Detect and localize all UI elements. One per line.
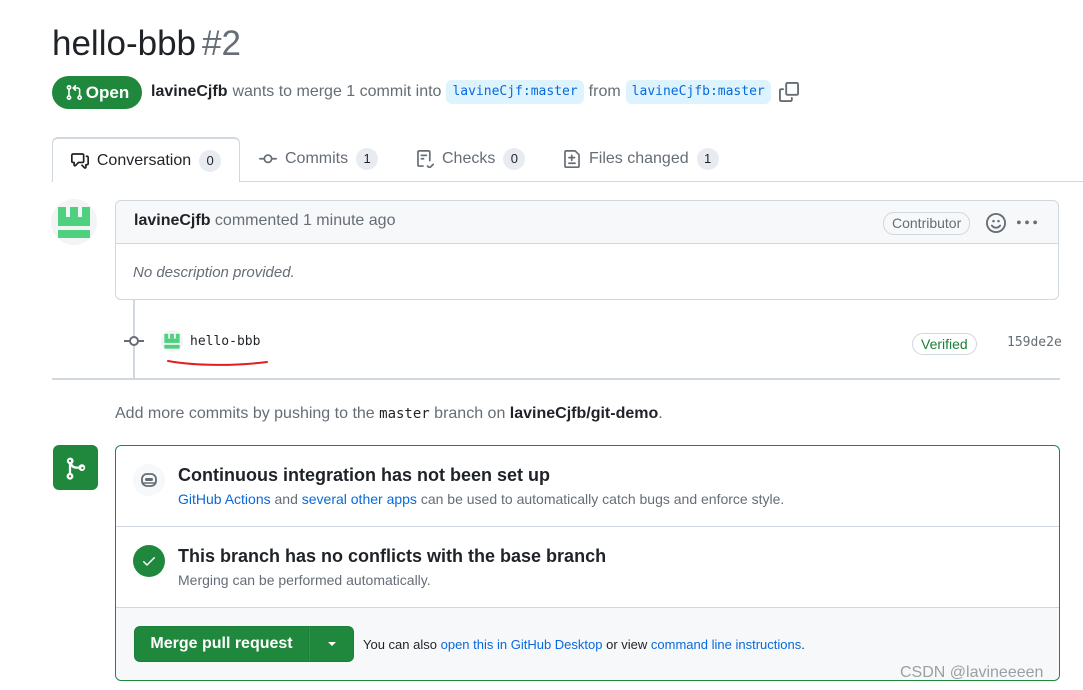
ci-text: GitHub Actions and several other apps ca… [178,491,784,507]
comment-discussion-icon [70,152,89,169]
commit-author-avatar[interactable] [161,330,183,352]
other-apps-link[interactable]: several other apps [302,491,417,507]
git-merge-icon [66,457,85,480]
tab-checks-count: 0 [503,148,526,170]
ci-and: and [274,491,298,507]
footer-also: You can also [363,637,437,652]
git-commit-icon [124,336,144,346]
pr-title: hello-bbb [52,24,196,63]
watermark: CSDN @lavineeeen [900,664,1044,681]
merge-method-dropdown[interactable] [309,626,354,662]
commit-message-link[interactable]: hello-bbb [190,334,260,349]
base-branch[interactable]: lavineCjf:master [446,80,584,104]
identicon-avatar-icon [51,199,97,245]
ci-robot-icon [133,464,165,496]
comment-body: No description provided. [133,264,295,281]
github-desktop-link[interactable]: open this in GitHub Desktop [441,637,603,652]
pr-meta-text: wants to merge 1 commit into [232,83,442,100]
tab-conversation-count: 0 [199,149,222,172]
tab-commits-label: Commits [285,150,349,167]
check-icon [143,557,155,566]
page-title: hello-bbb #2 [52,22,241,66]
merge-status-icon [53,445,98,490]
push-hint: Add more commits by pushing to the maste… [115,405,663,423]
comment-author[interactable]: lavineCjfb [134,212,210,229]
pr-number: #2 [202,24,241,63]
pr-author-link[interactable]: lavineCjfb [151,80,227,104]
no-conflicts-icon [133,545,165,577]
git-commit-icon [259,154,277,164]
timeline-separator [52,378,1060,380]
file-diff-icon [564,150,580,168]
avatar[interactable] [51,199,97,245]
tab-conversation[interactable]: Conversation 0 [52,137,240,182]
tab-checks[interactable]: Checks 0 [416,137,526,181]
hint-suffix: . [658,405,663,422]
from-text: from [588,83,621,100]
merge-footer-text: You can also open this in GitHub Desktop… [363,637,805,652]
hint-middle: branch on [434,405,506,422]
checklist-icon [417,150,434,168]
tab-files-changed-label: Files changed [589,150,689,167]
red-underline-annotation [167,360,268,366]
footer-or: or view [606,637,648,652]
no-conflicts-title: This branch has no conflicts with the ba… [178,546,607,566]
contributor-badge: Contributor [883,212,971,235]
status-badge: Open [52,76,142,109]
triangle-down-icon [327,642,336,646]
commit-sha-link[interactable]: 159de2e [1007,335,1062,350]
copy-icon[interactable] [778,82,799,102]
merge-box-divider [116,526,1059,527]
hint-branch: master [379,406,430,422]
hint-repo: lavineCjfb/git-demo [509,405,659,422]
footer-end: . [801,637,805,652]
head-branch[interactable]: lavineCjfb:master [625,80,771,104]
status-label: Open [85,82,130,102]
github-actions-link[interactable]: GitHub Actions [178,491,271,507]
tab-commits[interactable]: Commits 1 [259,137,379,181]
ci-title: Continuous integration has not been set … [178,465,550,485]
tab-checks-label: Checks [442,150,496,167]
pr-meta: lavineCjfb wants to merge 1 commit into … [151,80,799,104]
verified-badge[interactable]: Verified [912,333,977,355]
kebab-horizontal-icon[interactable] [1017,213,1037,233]
command-line-link[interactable]: command line instructions [651,637,801,652]
ci-rest: can be used to automatically catch bugs … [420,491,785,507]
hint-prefix: Add more commits by pushing to the [115,405,375,422]
pull-request-icon [66,84,82,100]
smiley-icon[interactable] [986,213,1006,233]
tab-files-changed-count: 1 [696,148,719,170]
tab-conversation-label: Conversation [96,151,192,169]
merge-pull-request-button[interactable]: Merge pull request [134,626,309,662]
no-conflicts-text: Merging can be performed automatically. [178,572,431,588]
comment-header-text: lavineCjfb commented 1 minute ago [134,212,395,230]
tab-commits-count: 1 [356,148,379,170]
tab-files-changed[interactable]: Files changed 1 [563,137,719,181]
comment-action: commented 1 minute ago [214,212,396,229]
